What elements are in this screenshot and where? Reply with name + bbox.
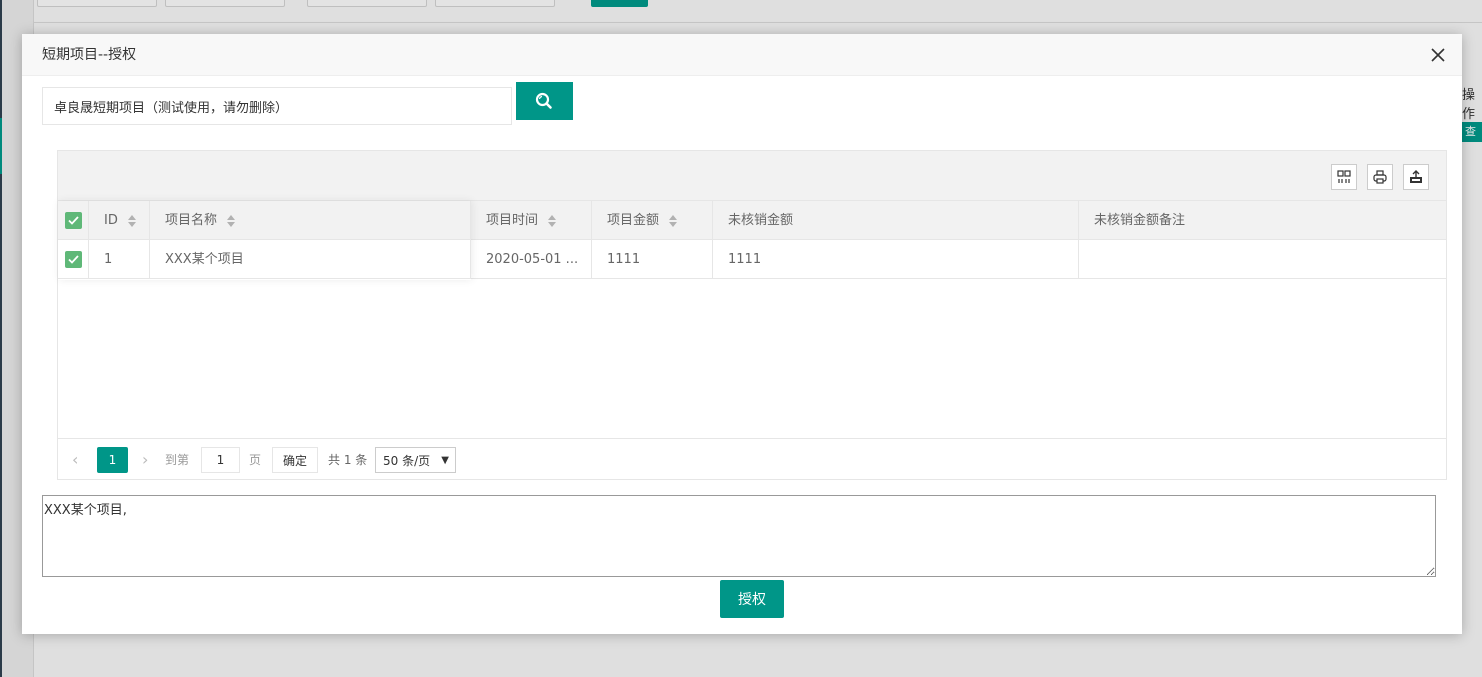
- next-page-icon[interactable]: ›: [142, 447, 148, 473]
- column-header-unverified-remark-label: 未核销金额备注: [1094, 213, 1186, 228]
- print-icon[interactable]: [1367, 164, 1393, 190]
- authorize-button[interactable]: 授权: [720, 580, 784, 618]
- column-header-id[interactable]: ID: [89, 201, 150, 240]
- current-page[interactable]: 1: [97, 447, 128, 473]
- row-checkbox[interactable]: [65, 251, 82, 268]
- column-header-amount[interactable]: 项目金额: [592, 201, 713, 240]
- column-header-id-label: ID: [104, 213, 118, 228]
- sort-icon[interactable]: [227, 214, 236, 227]
- project-table: ID 项目名称 项目时间 项目金额 未核销金额 未核销金额备注 1 XXX某个项…: [57, 150, 1447, 480]
- search-button[interactable]: [516, 82, 573, 120]
- page-size-select[interactable]: 50 条/页 ▼: [375, 447, 456, 473]
- search-icon: [535, 92, 552, 109]
- cell-unverified: 1111: [713, 240, 1079, 279]
- column-header-unverified-remark: 未核销金额备注: [1079, 201, 1446, 240]
- dialog-header: 短期项目--授权: [22, 34, 1462, 76]
- table-header: ID 项目名称 项目时间 项目金额 未核销金额 未核销金额备注: [58, 201, 1446, 240]
- chevron-down-icon: ▼: [441, 455, 449, 466]
- cell-amount: 1111: [592, 240, 713, 279]
- total-count: 共 1 条: [328, 453, 368, 467]
- sort-icon[interactable]: [127, 214, 136, 227]
- table-row[interactable]: 1 XXX某个项目 2020-05-01 ... 1111 1111: [58, 240, 1446, 279]
- export-icon[interactable]: [1403, 164, 1429, 190]
- page-size-value: 50 条/页: [383, 454, 431, 468]
- row-checkbox-cell: [58, 240, 89, 279]
- dialog-title: 短期项目--授权: [42, 47, 137, 63]
- search-input[interactable]: [42, 87, 512, 125]
- cell-time: 2020-05-01 ...: [471, 240, 592, 279]
- columns-icon[interactable]: [1331, 164, 1357, 190]
- close-icon[interactable]: [1428, 45, 1448, 65]
- cell-name: XXX某个项目: [150, 240, 471, 279]
- column-header-time[interactable]: 项目时间: [471, 201, 592, 240]
- column-header-name-label: 项目名称: [165, 213, 218, 228]
- header-checkbox-cell: [58, 201, 89, 240]
- column-header-unverified-label: 未核销金额: [728, 213, 794, 228]
- sort-icon[interactable]: [548, 214, 557, 227]
- column-header-unverified: 未核销金额: [713, 201, 1079, 240]
- column-header-time-label: 项目时间: [486, 213, 539, 228]
- cell-id: 1: [89, 240, 150, 279]
- prev-page-icon[interactable]: ‹: [72, 447, 78, 473]
- goto-page-input[interactable]: [201, 447, 240, 473]
- table-toolbar: [58, 151, 1446, 201]
- page-unit-label: 页: [249, 453, 262, 467]
- selected-projects-textarea[interactable]: [42, 495, 1436, 577]
- column-header-name[interactable]: 项目名称: [150, 201, 471, 240]
- goto-confirm-button[interactable]: 确定: [272, 447, 319, 473]
- column-header-amount-label: 项目金额: [607, 213, 660, 228]
- cell-unverified-remark: [1079, 240, 1446, 279]
- pagination: ‹ 1 › 到第 页 确定 共 1 条 50 条/页 ▼: [58, 438, 1446, 479]
- authorize-dialog: 短期项目--授权 卓良晟短期项目（测试使用，请勿删除） ID 项目名称 项目时间…: [22, 34, 1462, 634]
- select-all-checkbox[interactable]: [65, 212, 82, 229]
- goto-label: 到第: [165, 453, 190, 467]
- sort-icon[interactable]: [669, 214, 678, 227]
